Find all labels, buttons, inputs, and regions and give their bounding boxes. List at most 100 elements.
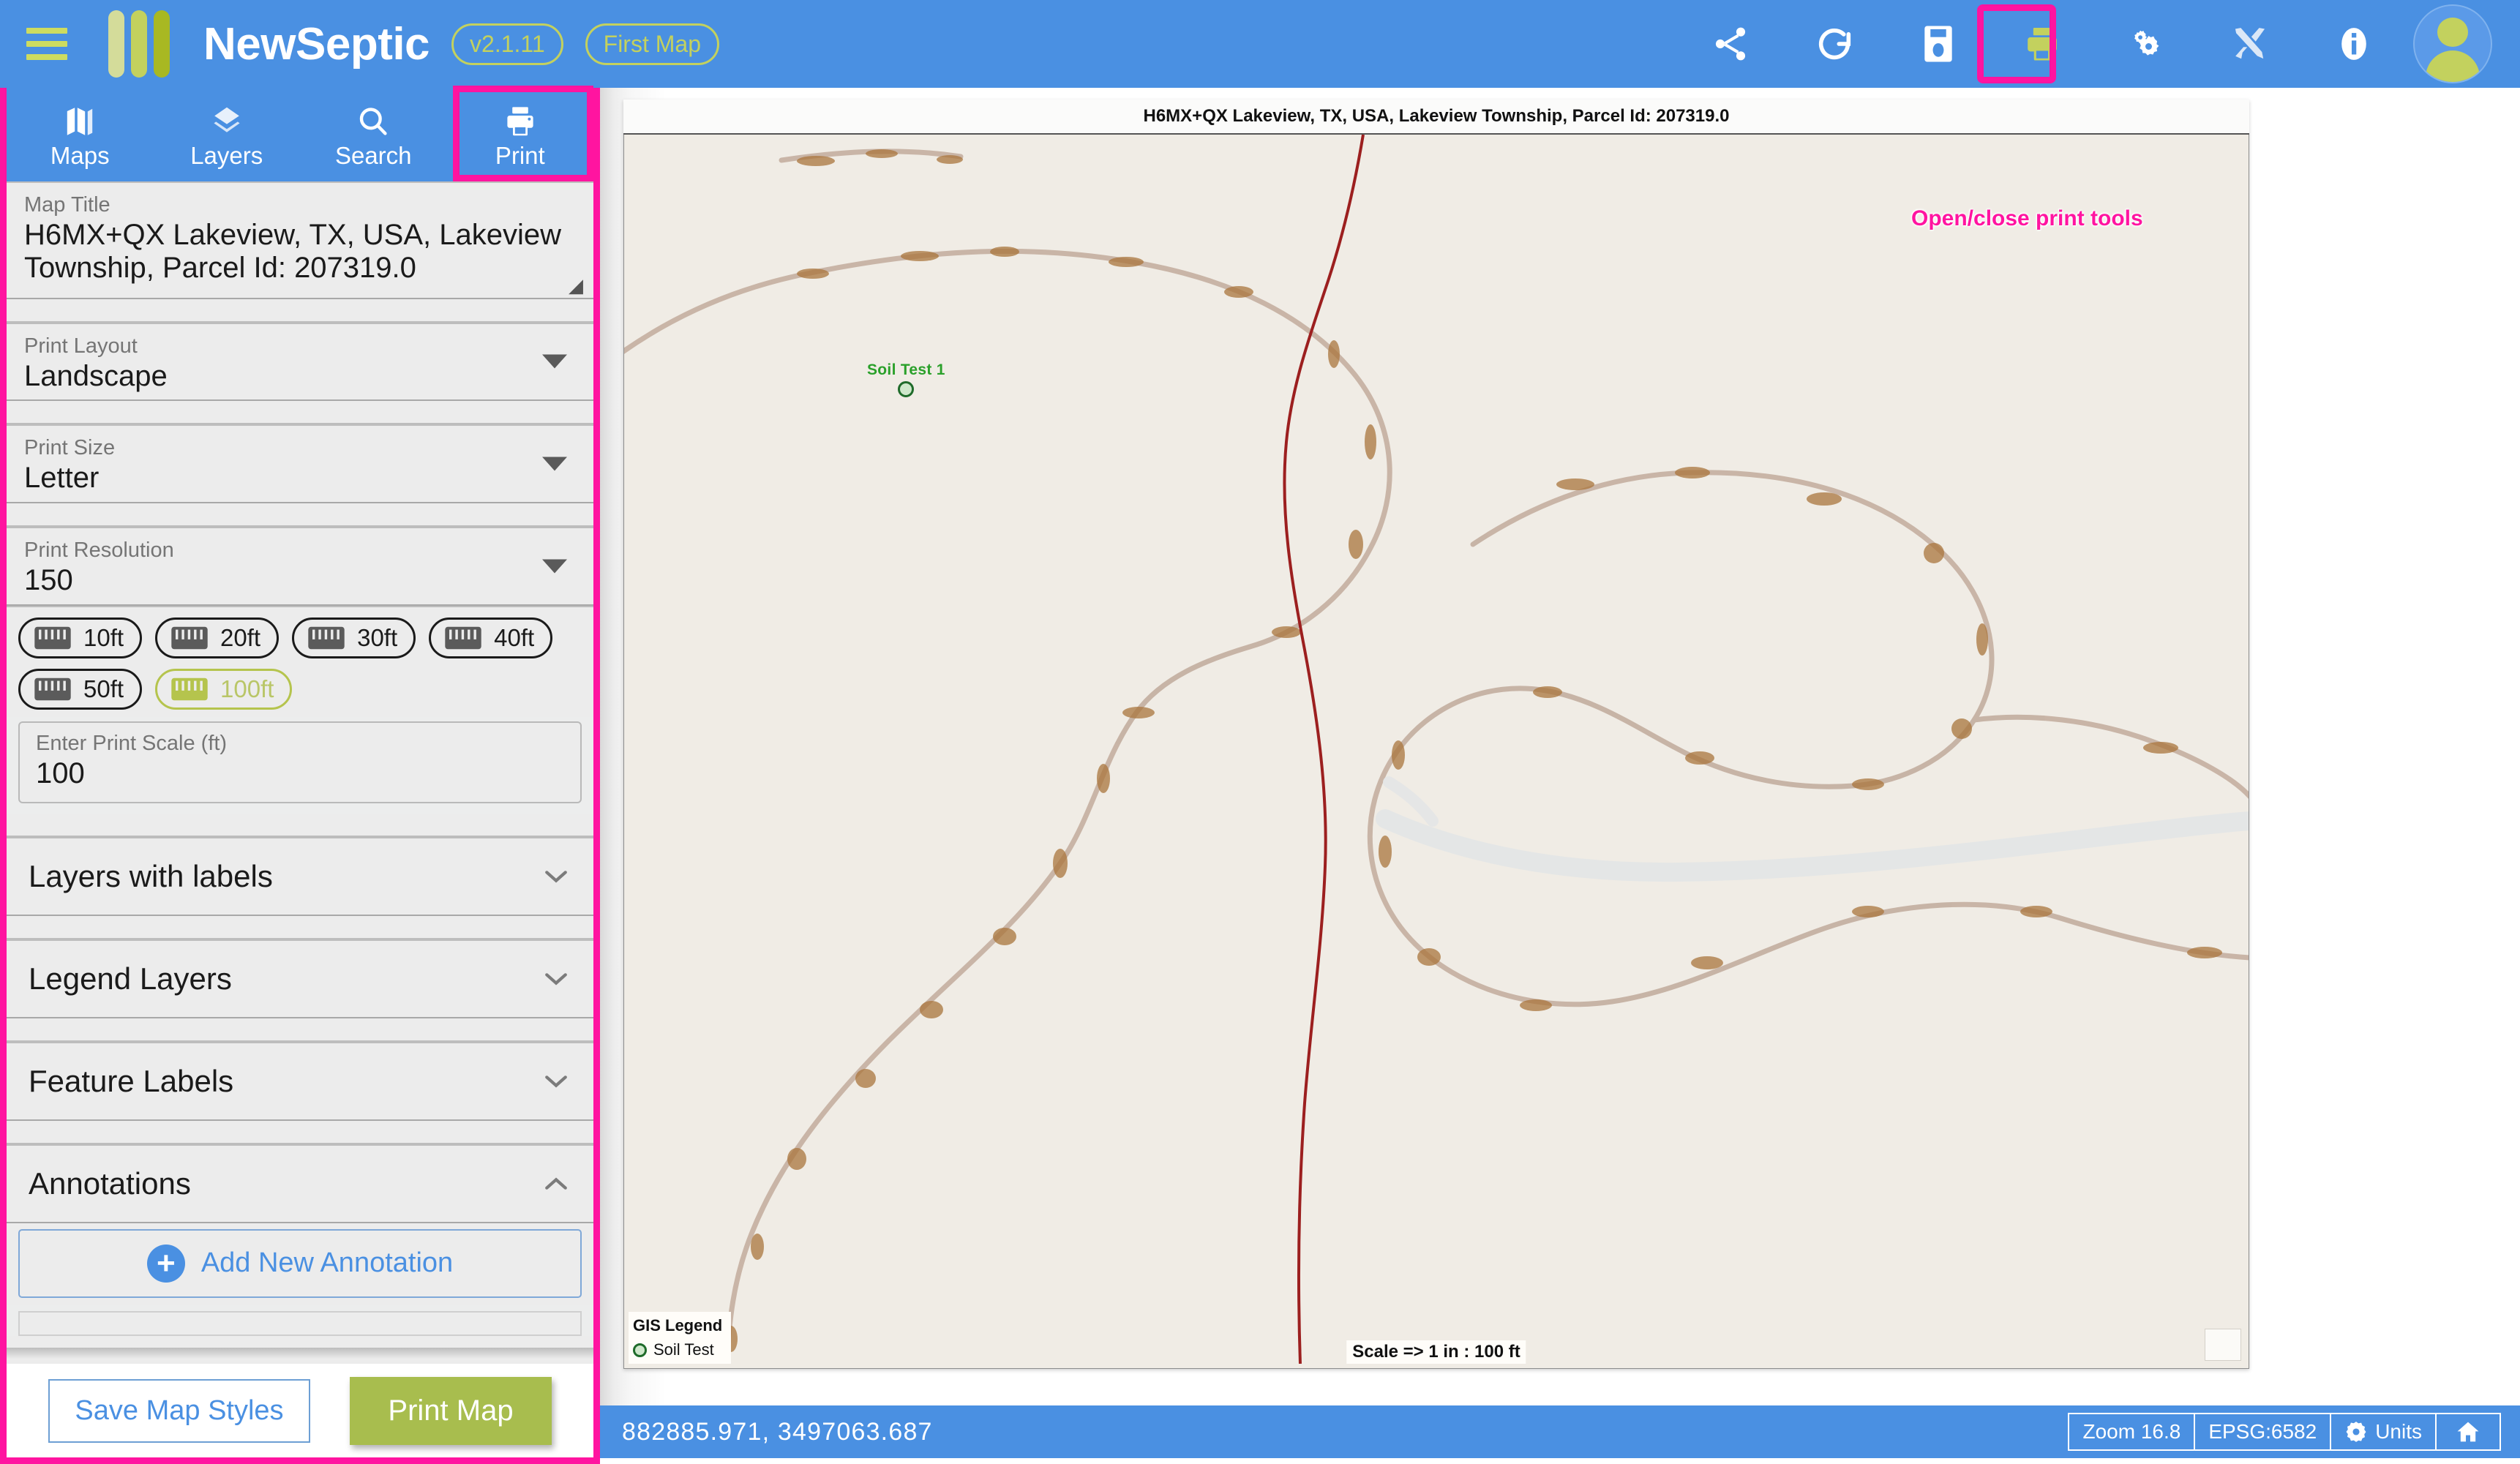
preview-corner-box <box>2205 1329 2241 1361</box>
print-resolution-select[interactable]: Print Resolution 150 <box>7 527 593 606</box>
map-vector-layer <box>624 135 2249 1364</box>
units-button[interactable]: Units <box>2330 1413 2435 1451</box>
print-scale-value[interactable]: 100 <box>36 757 564 790</box>
plus-icon: + <box>146 1244 185 1283</box>
home-icon <box>2457 1422 2479 1442</box>
zoom-level-indicator[interactable]: Zoom 16.8 <box>2068 1413 2194 1451</box>
refresh-icon[interactable] <box>1782 0 1886 88</box>
version-badge: v2.1.11 <box>451 23 563 65</box>
annotations-body: + Add New Annotation <box>7 1223 593 1305</box>
sidebar-item-print[interactable]: Print <box>447 88 594 181</box>
scale-chip-label: 30ft <box>357 623 398 651</box>
add-new-annotation-button[interactable]: + Add New Annotation <box>18 1228 582 1298</box>
sidebar-item-label: Maps <box>50 142 110 169</box>
preview-map-title: H6MX+QX Lakeview, TX, USA, Lakeview Town… <box>623 100 2249 135</box>
home-button[interactable] <box>2435 1413 2501 1451</box>
accordion-annotations[interactable]: Annotations <box>7 1144 593 1223</box>
print-size-value: Letter <box>24 462 100 495</box>
print-scale-input[interactable]: Enter Print Scale (ft) 100 <box>18 721 582 803</box>
sidebar-footer-actions: Save Map Styles Print Map <box>7 1364 593 1457</box>
logo-bar <box>154 10 170 78</box>
avatar-head <box>2437 18 2468 47</box>
gis-legend-title: GIS Legend <box>633 1316 723 1335</box>
chevron-down-icon <box>545 1075 567 1088</box>
soil-test-marker-label: Soil Test 1 <box>867 361 945 378</box>
map-title-value[interactable]: H6MX+QX Lakeview, TX, USA, Lakeview Town… <box>24 219 576 285</box>
avatar[interactable] <box>2413 4 2492 83</box>
brand-logo-icon <box>108 10 170 78</box>
sidebar-item-label: Print <box>495 142 545 169</box>
map-workspace[interactable]: H6MX+QX Lakeview, TX, USA, Lakeview Town… <box>600 88 2520 1405</box>
accordion-feature-labels[interactable]: Feature Labels <box>7 1041 593 1121</box>
scale-chip-50ft[interactable]: 50ft <box>18 668 143 710</box>
panel-gap <box>7 401 593 425</box>
map-canvas[interactable]: Soil Test 1 GIS Legend Soil Test Scale =… <box>623 135 2249 1369</box>
epsg-indicator[interactable]: EPSG:6582 <box>2194 1413 2330 1451</box>
info-icon[interactable] <box>2302 0 2406 88</box>
scale-chip-label: 10ft <box>83 623 124 651</box>
scale-chip-label: 40ft <box>494 623 535 651</box>
print-icon[interactable] <box>1990 0 2094 88</box>
hamburger-icon[interactable] <box>12 0 82 88</box>
hamburger-bar <box>26 28 67 34</box>
scale-chip-10ft[interactable]: 10ft <box>18 617 143 658</box>
print-size-label: Print Size <box>24 436 116 460</box>
accordion-label: Legend Layers <box>29 961 232 996</box>
scale-chip-20ft[interactable]: 20ft <box>155 617 280 658</box>
gis-legend-item-label: Soil Test <box>653 1340 714 1359</box>
status-bar: 882885.971, 3497063.687 Zoom 16.8 EPSG:6… <box>600 1405 2520 1458</box>
sidebar-item-layers[interactable]: Layers <box>154 88 301 181</box>
save-icon[interactable] <box>1886 0 1990 88</box>
hamburger-bar <box>26 54 67 60</box>
map-name-badge[interactable]: First Map <box>585 23 719 65</box>
accordion-label: Annotations <box>29 1165 191 1201</box>
legend-swatch-icon <box>633 1343 647 1357</box>
callout-text: Open/close print tools <box>1911 206 2143 230</box>
soil-test-marker-dot <box>898 381 915 397</box>
sidebar-tab-bar: Maps Layers Search Print <box>7 86 594 181</box>
ruler-icon <box>171 677 208 701</box>
logo-bar <box>131 10 147 78</box>
panel-gap <box>7 1018 593 1042</box>
app-title: NewSeptic <box>203 18 430 70</box>
share-icon[interactable] <box>1679 0 1782 88</box>
scale-chip-30ft[interactable]: 30ft <box>292 617 416 658</box>
scale-chip-label: 100ft <box>220 675 274 702</box>
panel-gap <box>7 1120 593 1144</box>
chevron-down-icon[interactable] <box>542 559 567 574</box>
print-layout-select[interactable]: Print Layout Landscape <box>7 322 593 402</box>
scale-preset-group: 10ft 20ft 30ft 40ft 50ft 100ft <box>7 605 593 717</box>
sidebar-item-maps[interactable]: Maps <box>7 88 154 181</box>
logo-bar <box>108 10 124 78</box>
textarea-resize-handle[interactable]: ◢ <box>569 276 585 295</box>
sidebar-item-label: Search <box>334 142 412 169</box>
annotation-list-strip <box>18 1310 582 1336</box>
map-title-field[interactable]: Map Title H6MX+QX Lakeview, TX, USA, Lak… <box>7 181 593 299</box>
accordion-layers-with-labels[interactable]: Layers with labels <box>7 836 593 916</box>
tools-icon[interactable] <box>2198 0 2302 88</box>
app-header: NewSeptic v2.1.11 First Map <box>0 0 2520 88</box>
sidebar-item-search[interactable]: Search <box>300 88 447 181</box>
print-tools-sidebar: Maps Layers Search Print Map Title H6MX+… <box>0 86 600 1464</box>
scale-chip-100ft[interactable]: 100ft <box>155 668 293 710</box>
ruler-icon <box>445 626 481 650</box>
sidebar-item-label: Layers <box>190 142 263 169</box>
print-options-panel: Map Title H6MX+QX Lakeview, TX, USA, Lak… <box>7 181 593 1364</box>
print-size-select[interactable]: Print Size Letter <box>7 424 593 504</box>
print-scale-label: Enter Print Scale (ft) <box>36 731 228 755</box>
map-scale-note: Scale => 1 in : 100 ft <box>1346 1340 1526 1364</box>
settings-icon[interactable] <box>2094 0 2198 88</box>
chevron-down-icon[interactable] <box>542 457 567 471</box>
avatar-body <box>2426 50 2480 82</box>
accordion-legend-layers[interactable]: Legend Layers <box>7 939 593 1018</box>
accordion-label: Layers with labels <box>29 858 273 893</box>
print-map-button[interactable]: Print Map <box>350 1376 552 1445</box>
soil-test-marker[interactable]: Soil Test 1 <box>867 361 945 397</box>
scale-chip-40ft[interactable]: 40ft <box>429 617 553 658</box>
chevron-down-icon[interactable] <box>542 354 567 369</box>
ruler-icon <box>308 626 345 650</box>
panel-gap <box>7 503 593 528</box>
save-map-styles-button[interactable]: Save Map Styles <box>48 1378 310 1443</box>
add-annotation-label: Add New Annotation <box>200 1247 454 1279</box>
ruler-icon <box>34 677 71 701</box>
